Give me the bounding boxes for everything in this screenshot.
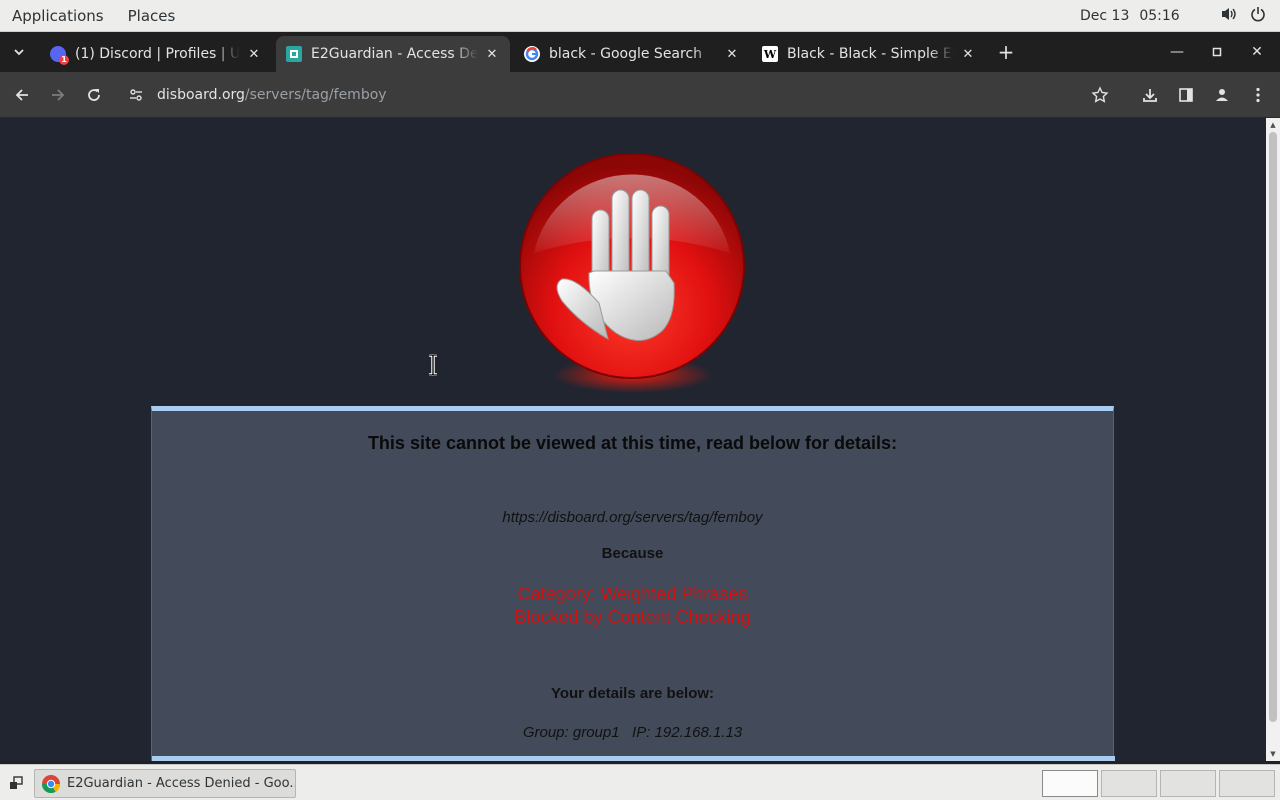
text-cursor-icon xyxy=(429,354,437,376)
close-tab-icon[interactable]: ✕ xyxy=(484,46,500,62)
side-panel-icon xyxy=(1179,88,1193,102)
show-desktop-button[interactable] xyxy=(6,773,26,793)
wikipedia-icon: W xyxy=(762,46,778,62)
scroll-down-icon[interactable]: ▼ xyxy=(1269,749,1277,759)
url-host: disboard.org xyxy=(157,87,245,103)
applications-menu[interactable]: Applications xyxy=(0,0,116,32)
group-ip-info: Group: group1 IP: 192.168.1.13 xyxy=(522,724,743,741)
page-title: This site cannot be viewed at this time,… xyxy=(367,433,898,453)
tab-discord[interactable]: 1 (1) Discord | Profiles | User Settings… xyxy=(40,36,272,72)
arrow-left-icon xyxy=(15,89,28,101)
address-bar[interactable]: disboard.org/servers/tag/femboy xyxy=(118,78,1118,112)
url-text[interactable]: disboard.org/servers/tag/femboy xyxy=(157,87,387,103)
reload-icon xyxy=(88,89,100,101)
tab-title: black - Google Search xyxy=(549,46,703,62)
minimize-icon: — xyxy=(1170,44,1184,60)
system-tray xyxy=(1220,0,1266,32)
forward-button[interactable] xyxy=(46,83,70,107)
close-icon: ✕ xyxy=(1251,44,1263,60)
plus-icon: + xyxy=(997,40,1015,64)
power-icon[interactable] xyxy=(1250,6,1266,26)
workspace-1[interactable] xyxy=(1042,770,1098,797)
tab-title: Black - Black - Simple English Wikipedia xyxy=(787,46,954,62)
close-tab-icon[interactable]: ✕ xyxy=(724,46,740,62)
download-icon xyxy=(1143,89,1157,102)
scrollbar-thumb[interactable] xyxy=(1269,132,1277,722)
access-denied-panel: This site cannot be viewed at this time,… xyxy=(151,406,1115,761)
reload-button[interactable] xyxy=(82,83,106,107)
kebab-menu-icon xyxy=(1256,87,1260,103)
new-tab-button[interactable]: + xyxy=(994,40,1018,64)
downloads-button[interactable] xyxy=(1138,83,1162,107)
profile-icon xyxy=(1216,89,1228,101)
google-icon xyxy=(524,46,540,62)
scroll-up-icon[interactable]: ▲ xyxy=(1269,120,1277,130)
discord-icon: 1 xyxy=(50,46,69,65)
tab-search-button[interactable] xyxy=(8,41,30,63)
tab-e2guardian[interactable]: E2Guardian - Access Denied ✕ xyxy=(276,36,510,72)
page-content: This site cannot be viewed at this time,… xyxy=(0,118,1266,761)
taskbar: E2Guardian - Access Denied - Goo... xyxy=(0,764,1280,800)
taskbar-item-chrome[interactable]: E2Guardian - Access Denied - Goo... xyxy=(34,769,296,798)
bookmark-button[interactable] xyxy=(1088,83,1112,107)
tab-strip: 1 (1) Discord | Profiles | User Settings… xyxy=(0,32,1280,72)
taskbar-item-label: E2Guardian - Access Denied - Goo... xyxy=(67,776,296,791)
workspace-4[interactable] xyxy=(1219,770,1275,797)
show-desktop-icon xyxy=(10,776,23,789)
clock-date: Dec 13 xyxy=(1080,8,1130,24)
tab-google-search[interactable]: black - Google Search ✕ xyxy=(514,36,750,72)
close-window-button[interactable]: ✕ xyxy=(1245,40,1269,64)
details-heading: Your details are below: xyxy=(550,685,715,702)
tab-title: E2Guardian - Access Denied xyxy=(311,46,478,62)
arrow-right-icon xyxy=(52,89,65,101)
tab-title: (1) Discord | Profiles | User Settings xyxy=(75,46,240,62)
profile-button[interactable] xyxy=(1210,83,1234,107)
block-category: Category: Weighted Phrases xyxy=(517,584,748,604)
block-method: Blocked by Content Checking xyxy=(514,607,751,627)
clock[interactable]: Dec 13 05:16 xyxy=(1080,0,1180,32)
workspace-3[interactable] xyxy=(1160,770,1216,797)
clock-time: 05:16 xyxy=(1139,8,1180,24)
maximize-button[interactable] xyxy=(1205,40,1229,64)
star-icon xyxy=(1091,86,1109,103)
volume-icon[interactable] xyxy=(1220,6,1238,26)
block-reason: Category: Weighted Phrases Blocked by Co… xyxy=(152,583,1113,629)
chrome-icon xyxy=(41,774,61,793)
page-scrollbar[interactable]: ▲ ▼ xyxy=(1266,118,1280,761)
maximize-icon xyxy=(1212,47,1222,57)
site-info-icon[interactable] xyxy=(122,87,150,103)
close-tab-icon[interactable]: ✕ xyxy=(960,46,976,62)
tab-wikipedia[interactable]: W Black - Black - Simple English Wikiped… xyxy=(752,36,986,72)
panel-bottom-border xyxy=(152,756,1115,761)
back-button[interactable] xyxy=(10,83,34,107)
because-label: Because xyxy=(601,545,664,562)
minimize-button[interactable]: — xyxy=(1165,40,1189,64)
side-panel-button[interactable] xyxy=(1174,83,1198,107)
places-menu[interactable]: Places xyxy=(116,0,188,32)
url-path: /servers/tag/femboy xyxy=(244,87,387,103)
stop-hand-icon xyxy=(519,153,745,393)
workspace-2[interactable] xyxy=(1101,770,1157,797)
e2guardian-icon xyxy=(286,46,302,62)
menu-button[interactable] xyxy=(1246,83,1270,107)
close-tab-icon[interactable]: ✕ xyxy=(246,46,262,62)
browser-toolbar: disboard.org/servers/tag/femboy xyxy=(0,72,1280,118)
notification-badge: 1 xyxy=(59,55,69,65)
blocked-url: https://disboard.org/servers/tag/femboy xyxy=(502,509,763,526)
top-panel: Applications Places Dec 13 05:16 xyxy=(0,0,1280,32)
chevron-down-icon xyxy=(14,49,24,56)
